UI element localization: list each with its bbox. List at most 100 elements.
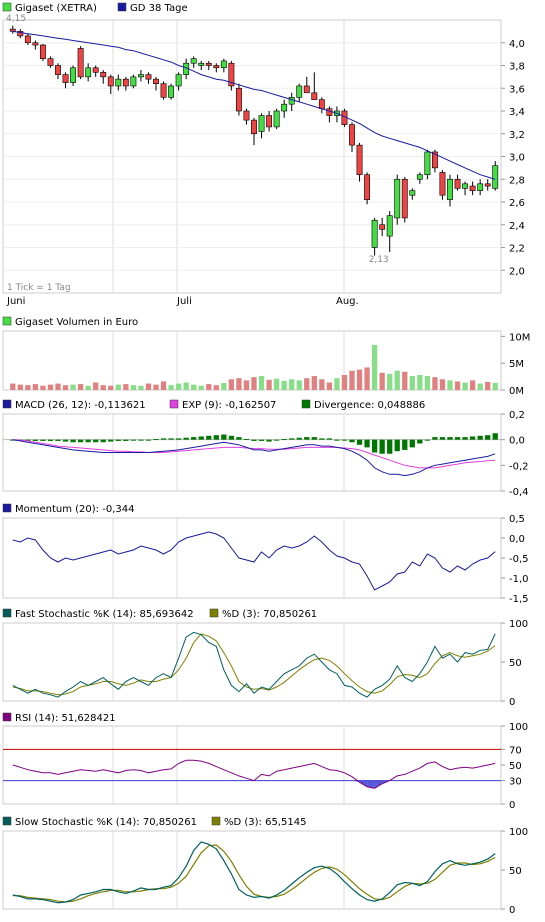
ma38-line [12, 30, 496, 180]
volume-bar [70, 384, 76, 390]
volume-axis-tick-label: 0M [509, 386, 524, 397]
divergence-bar [70, 439, 76, 443]
fast-stoch-k-line [12, 631, 496, 698]
square-swatch-icon [211, 816, 221, 826]
volume-bar [108, 385, 114, 390]
divergence-bar [47, 439, 54, 441]
candle-body [462, 183, 469, 189]
volume-bar [326, 382, 333, 390]
momentum-line [12, 531, 496, 591]
rsi-line [12, 759, 496, 789]
volume-bar [424, 376, 431, 390]
stock-chart: Gigaset (XETRA) GD 38 Tage 4,0 3,8 3,6 3,4 3,2… [2, 2, 530, 916]
divergence-bar [206, 435, 212, 440]
x-label-juli: Juli [176, 296, 192, 307]
volume-bar [258, 376, 265, 390]
candle-body [303, 85, 310, 94]
candle-body [100, 72, 107, 78]
volume-bar [55, 383, 61, 390]
volume-bar [304, 378, 310, 390]
legend-fast-d: %D (3): 70,850261 [222, 609, 317, 620]
volume-bar [228, 379, 235, 390]
divergence-bar [469, 436, 476, 440]
volume-bar [236, 378, 242, 390]
volume-bar [40, 385, 46, 390]
candle-body [364, 174, 371, 201]
volume-bar [221, 383, 227, 390]
volume-bar [168, 385, 174, 390]
candle-body [311, 92, 318, 100]
square-swatch-icon [301, 399, 311, 409]
volume-bar [356, 369, 363, 390]
divergence-bar [198, 436, 204, 440]
candle-body [130, 76, 137, 87]
candle-body [469, 185, 476, 191]
volume-bar [130, 385, 137, 390]
divergence-bar [289, 438, 295, 440]
price-axis-tick-label: 2,0 [509, 266, 525, 277]
volume-bar [402, 371, 408, 390]
fast-stoch-d-line [12, 633, 496, 696]
legend-divergence: Divergence: 0,048886 [314, 400, 425, 411]
divergence-bar [251, 439, 257, 441]
price-high-label: 4,15 [6, 14, 26, 24]
volume-bar [273, 378, 280, 390]
candle-body [326, 108, 333, 116]
divergence-bar [85, 439, 91, 443]
candle-body [115, 78, 122, 87]
volume-bar [447, 380, 453, 390]
divergence-bar [402, 439, 408, 450]
volume-bar [160, 381, 167, 390]
divergence-bar [77, 439, 84, 443]
price-axis-tick-label: 3,4 [509, 107, 525, 118]
divergence-bar [115, 439, 121, 441]
volume-bar [100, 385, 106, 390]
volume-bar [93, 382, 99, 390]
volume-bar [289, 379, 295, 390]
candle-body [198, 62, 205, 66]
divergence-bar [296, 437, 302, 440]
candle-body [296, 85, 303, 98]
candle-body [288, 97, 295, 105]
volume-bar [198, 385, 204, 390]
fast-stoch-axis-tick-label: 50 [509, 658, 522, 669]
volume-bar [462, 382, 468, 390]
divergence-bar [311, 437, 317, 440]
candle-body [386, 215, 393, 237]
legend-slow-d: %D (3): 65,5145 [224, 817, 306, 828]
candle-body [153, 78, 159, 85]
divergence-bar [273, 439, 280, 441]
candle-body [243, 110, 250, 121]
candle-body [409, 190, 416, 196]
legend-price: Gigaset (XETRA) [15, 3, 97, 14]
volume-bar [115, 384, 121, 390]
divergence-bar [281, 439, 287, 441]
divergence-bar [130, 439, 137, 441]
volume-bar [319, 379, 325, 390]
candle-body [454, 178, 461, 189]
divergence-bar [153, 439, 159, 441]
divergence-bar [168, 438, 174, 440]
divergence-bar [55, 439, 61, 441]
divergence-bar [93, 439, 99, 443]
fast-stoch-axis-tick-label: 0 [509, 697, 515, 708]
volume-bar [47, 384, 54, 390]
candle-body [251, 119, 257, 135]
price-axis-tick-label: 3,6 [509, 84, 525, 95]
candle-body [379, 224, 386, 230]
candle-body [235, 87, 242, 112]
volume-bar [311, 376, 317, 390]
candle-body [477, 183, 484, 191]
candle-body [439, 172, 446, 196]
square-swatch-icon [117, 2, 127, 12]
divergence-bar [138, 439, 144, 441]
divergence-bar [477, 435, 483, 440]
candle-body [213, 65, 220, 69]
volume-bar [213, 385, 219, 390]
divergence-bar [341, 439, 348, 441]
candle-body [258, 115, 265, 132]
rsi-axis-tick-label: 70 [509, 745, 522, 756]
divergence-bar [387, 439, 393, 454]
price-axis-tick-label: 2,2 [509, 244, 525, 255]
candle-body [70, 67, 77, 83]
